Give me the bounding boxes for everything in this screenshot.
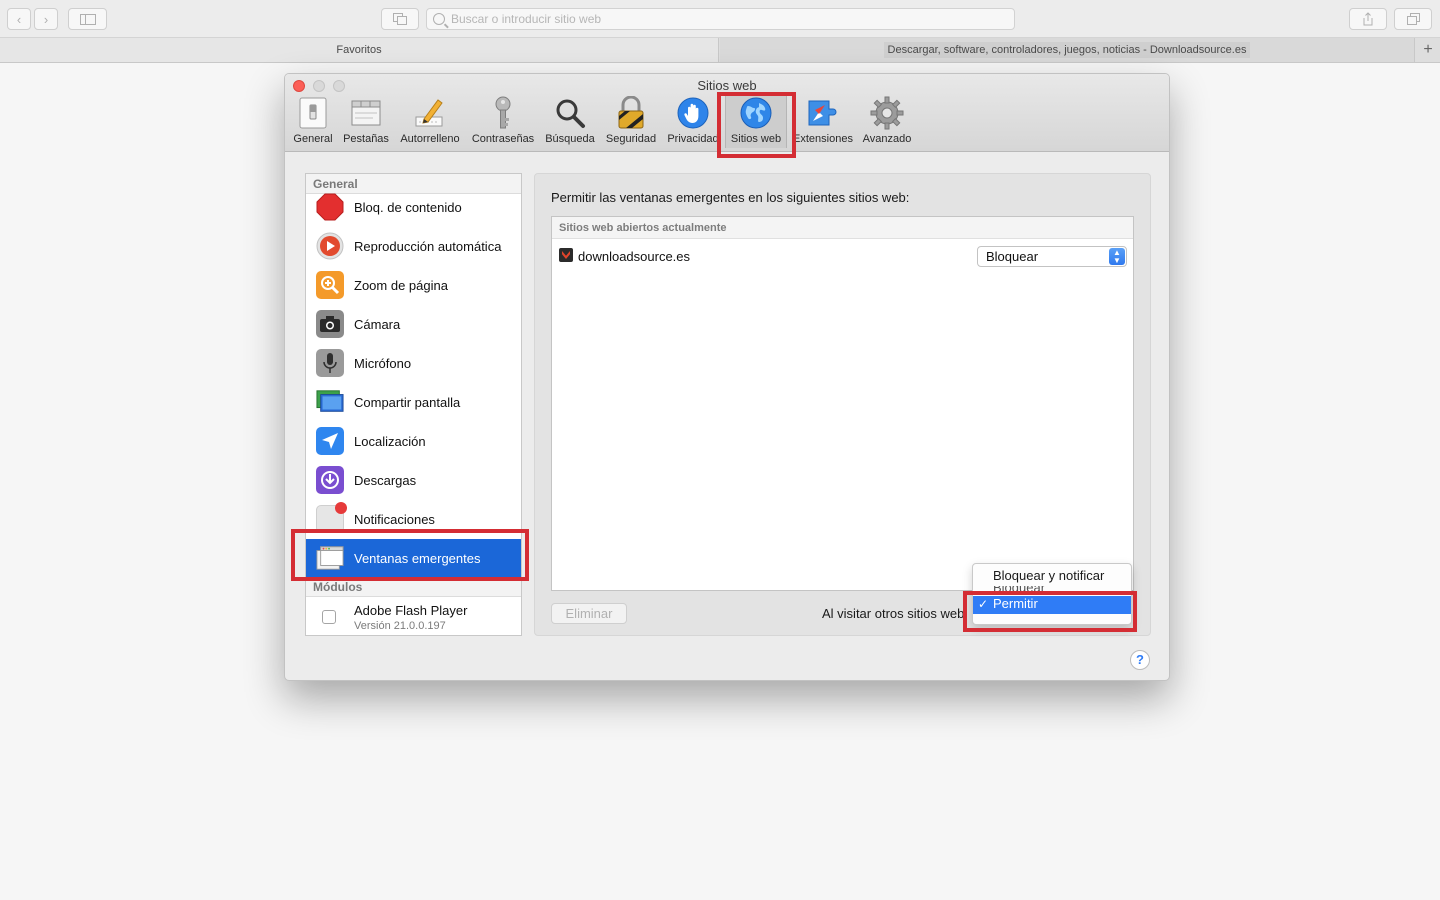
pref-tab-autorrelleno[interactable]: Autorrelleno [397,96,463,148]
sidebar-item-compartir-pantalla[interactable]: Compartir pantalla [306,383,521,421]
pencil-icon [415,99,443,127]
sidebar-toggle-button[interactable] [68,8,107,30]
sidebar-item-descargas[interactable]: Descargas [306,461,521,499]
chevron-right-icon: › [43,11,49,27]
pref-tab-sitios-web[interactable]: Sitios web [725,96,787,148]
plugin-version: Versión 21.0.0.197 [354,620,446,632]
pref-tab-pestanas[interactable]: Pestañas [341,96,391,148]
hand-icon [677,97,709,129]
site-setting-select[interactable]: Bloquear ▲ ▼ [977,246,1127,267]
sidebar-item-localizacion[interactable]: Localización [306,422,521,460]
tab-bar: Favoritos Descargar, software, controlad… [0,38,1440,63]
menu-option-permitir[interactable]: ✓ Permitir [973,596,1131,614]
preferences-window: Sitios web General Pestañas Autorrelleno… [284,73,1170,681]
key-icon [495,96,511,129]
sites-list-header: Sitios web abiertos actualmente [552,217,1133,239]
pref-tab-extensiones[interactable]: Extensiones [793,96,853,148]
play-icon [316,232,344,260]
tab-label: Descargar, software, controladores, jueg… [883,42,1251,58]
site-favicon-icon [559,248,573,262]
pref-tab-seguridad[interactable]: Seguridad [603,96,659,148]
tab-favoritos[interactable]: Favoritos [0,38,719,62]
stop-sign-icon [316,193,344,221]
plugin-enable-checkbox[interactable] [322,610,336,624]
sidebar-item-camara[interactable]: Cámara [306,305,521,343]
pref-tab-contrasenas[interactable]: Contraseñas [469,96,537,148]
plugin-name: Adobe Flash Player [354,603,468,618]
sidebar-item-microfono[interactable]: Micrófono [306,344,521,382]
settings-sidebar: General Bloq. de contenido Reproducción … [305,173,522,636]
other-sites-dropdown-menu: Bloquear y notificar Bloquear ✓ Permitir [972,563,1132,625]
sidebar-item-bloq-contenido[interactable]: Bloq. de contenido [306,188,521,226]
notification-icon [316,502,347,533]
microphone-icon [316,349,344,377]
sidebar-item-ventanas-emergentes[interactable]: Ventanas emergentes [306,539,521,577]
camera-icon [316,310,344,338]
tab-downloadsource[interactable]: Descargar, software, controladores, jueg… [720,38,1415,62]
screen-share-icon [316,388,344,416]
sidebar-item-reproduccion[interactable]: Reproducción automática [306,227,521,265]
pref-tab-privacidad[interactable]: Privacidad [665,96,721,148]
plus-icon: + [1423,41,1433,58]
address-placeholder: Buscar o introducir sitio web [451,12,602,26]
new-tab-button[interactable]: + [1416,38,1440,62]
globe-icon [740,97,772,129]
share-button[interactable] [1349,8,1387,30]
delete-button[interactable]: Eliminar [551,603,627,624]
checkmark-icon: ✓ [978,597,989,611]
location-arrow-icon [316,427,344,455]
plugin-item-flash[interactable]: Adobe Flash Player Versión 21.0.0.197 [306,597,521,637]
share-icon [1363,12,1373,26]
magnifier-icon [556,99,585,128]
popup-window-icon [316,544,344,572]
menu-option-bloquear[interactable]: Bloquear [973,586,1131,596]
padlock-icon [618,96,644,129]
help-button[interactable]: ? [1130,650,1150,670]
back-button[interactable]: ‹ [7,8,31,30]
sidebar-section-modulos: Módulos [306,577,521,597]
duplicate-icon [1406,13,1420,25]
menu-option-bloquear-notificar[interactable]: Bloquear y notificar [973,568,1131,586]
site-setting-value: Bloquear [986,249,1039,264]
chevron-left-icon: ‹ [16,11,22,27]
pref-tab-general[interactable]: General [291,96,335,148]
other-sites-label: Al visitar otros sitios web: [822,606,968,621]
download-icon [316,466,344,494]
browser-toolbar: ‹ › Buscar o introducir sitio web [0,0,1440,38]
tab-overview-button[interactable] [381,8,419,30]
address-bar[interactable]: Buscar o introducir sitio web [426,8,1015,30]
show-all-tabs-button[interactable] [1394,8,1432,30]
sites-list: Sitios web abiertos actualmente download… [551,216,1134,591]
tab-label: Favoritos [336,44,382,56]
chevron-updown-icon: ▲ ▼ [1109,248,1125,265]
site-row[interactable]: downloadsource.es Bloquear ▲ ▼ [552,243,1133,271]
sidebar-item-notificaciones[interactable]: Notificaciones [306,500,521,538]
window-title: Sitios web [697,78,757,93]
site-name: downloadsource.es [578,249,691,264]
tabs-icon [351,100,381,126]
preferences-toolbar: Sitios web General Pestañas Autorrelleno… [285,74,1169,152]
pref-tab-avanzado[interactable]: Avanzado [859,96,915,148]
switch-icon [299,97,327,129]
tabs-overview-icon [393,13,407,25]
search-icon [433,13,445,25]
compass-puzzle-icon [808,100,837,126]
sidebar-icon [79,13,96,25]
gear-icon [870,96,904,130]
pref-tab-busqueda[interactable]: Búsqueda [543,96,597,148]
zoom-icon [316,271,344,299]
pane-description: Permitir las ventanas emergentes en los … [551,190,910,205]
forward-button[interactable]: › [34,8,58,30]
sidebar-item-zoom[interactable]: Zoom de página [306,266,521,304]
